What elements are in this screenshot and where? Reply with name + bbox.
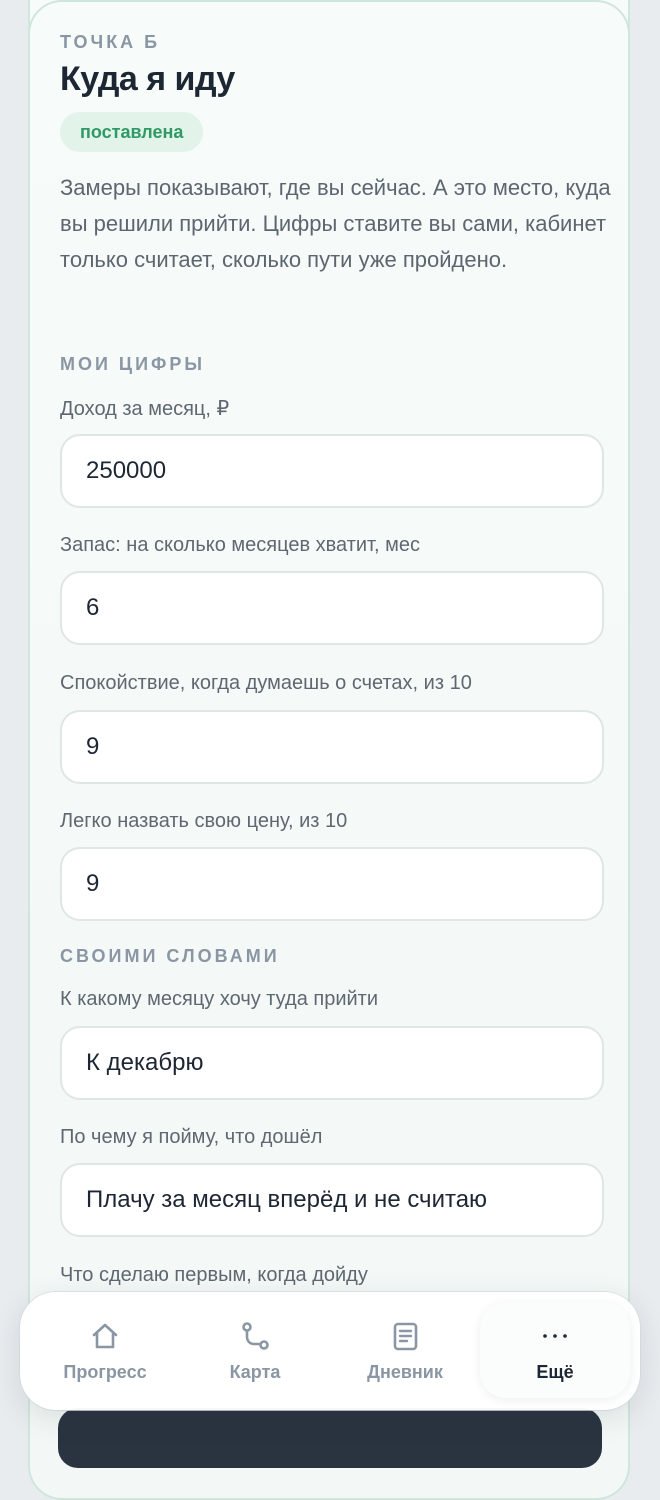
save-button[interactable]: [58, 1408, 602, 1468]
nav-label-progress: Прогресс: [63, 1362, 147, 1382]
nav-item-more[interactable]: Ещё: [480, 1302, 630, 1398]
reserve-months-input[interactable]: [60, 571, 604, 645]
home-icon: [92, 1323, 118, 1349]
calm-score-input[interactable]: [60, 710, 604, 784]
field-label-first-action: Что сделаю первым, когда дойду: [60, 1264, 368, 1286]
bottom-nav: Прогресс Карта Дневник Ещё: [20, 1292, 640, 1410]
nav-item-journal[interactable]: Дневник: [330, 1302, 480, 1398]
target-month-input[interactable]: [60, 1026, 604, 1100]
field-label-reserve: Запас: на сколько месяцев хватит, мес: [60, 534, 420, 556]
section-heading-numbers: МОИ ЦИФРЫ: [60, 354, 206, 374]
goal-card: ТОЧКА Б Куда я иду поставлена Замеры пок…: [28, 0, 630, 1500]
field-label-month: К какому месяцу хочу туда прийти: [60, 988, 378, 1010]
section-heading-words: СВОИМИ СЛОВАМИ: [60, 946, 280, 966]
arrival-sign-input[interactable]: [60, 1163, 604, 1237]
journal-icon: [393, 1322, 418, 1351]
nav-item-map[interactable]: Карта: [180, 1302, 330, 1398]
nav-item-progress[interactable]: Прогресс: [30, 1302, 180, 1398]
field-label-income: Доход за месяц, ₽: [60, 398, 230, 420]
field-label-calm: Спокойствие, когда думаешь о счетах, из …: [60, 672, 472, 694]
more-icon: [543, 1334, 567, 1338]
page-title: Куда я иду: [60, 60, 235, 98]
income-input[interactable]: [60, 434, 604, 508]
nav-label-more: Ещё: [536, 1362, 574, 1382]
field-label-price: Легко назвать свою цену, из 10: [60, 810, 348, 832]
route-icon: [242, 1322, 269, 1350]
card-eyebrow: ТОЧКА Б: [60, 32, 161, 52]
card-description: Замеры показывают, где вы сейчас. А это …: [60, 175, 611, 272]
status-badge: поставлена: [60, 112, 204, 152]
nav-label-map: Карта: [229, 1362, 281, 1382]
price-score-input[interactable]: [60, 847, 604, 921]
field-label-sign: По чему я пойму, что дошёл: [60, 1126, 323, 1148]
nav-label-journal: Дневник: [367, 1362, 443, 1382]
